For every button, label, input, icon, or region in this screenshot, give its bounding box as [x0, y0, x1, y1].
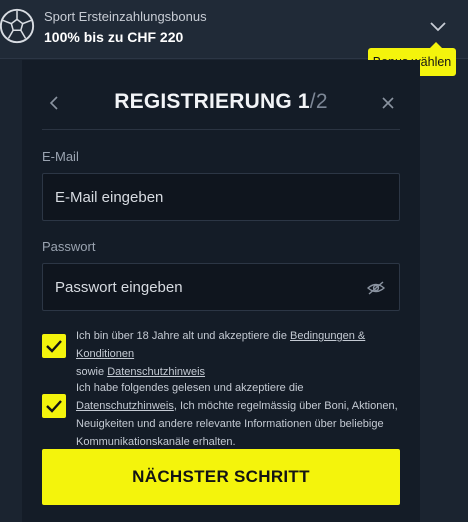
email-label: E-Mail [42, 149, 79, 164]
soccer-ball-icon [0, 8, 35, 44]
marketing-checkbox[interactable] [42, 394, 66, 418]
password-field-wrapper [42, 263, 400, 311]
checkmark-icon [46, 340, 62, 353]
chevron-down-icon[interactable] [426, 14, 450, 38]
next-step-button[interactable]: NÄCHSTER SCHRITT [42, 449, 400, 505]
terms-consent-text: Ich bin über 18 Jahre alt und akzeptiere… [76, 327, 402, 381]
terms-text-before: Ich bin über 18 Jahre alt und akzeptiere… [76, 330, 291, 342]
modal-title: REGISTRIERUNG 1/2 [22, 90, 420, 114]
password-label: Passwort [42, 239, 96, 254]
eye-hidden-icon[interactable] [367, 280, 385, 296]
bonus-headline: 100% bis zu CHF 220 [44, 29, 184, 45]
marketing-privacy-link[interactable]: Datenschutzhinweis [76, 400, 174, 412]
checkmark-icon [46, 400, 62, 413]
title-divider [42, 129, 400, 130]
modal-title-step: REGISTRIERUNG 1 [114, 90, 310, 113]
marketing-consent-text: Ich habe folgendes gelesen und akzeptier… [76, 379, 402, 451]
close-icon[interactable] [380, 95, 396, 111]
privacy-link[interactable]: Datenschutzhinweis [107, 366, 205, 378]
email-field[interactable] [43, 174, 399, 220]
registration-modal: REGISTRIERUNG 1/2 E-Mail Passwort Ich bi… [22, 60, 420, 522]
password-field[interactable] [43, 264, 399, 310]
terms-text-middle: sowie [76, 366, 108, 378]
modal-title-total: /2 [309, 90, 328, 113]
terms-checkbox[interactable] [42, 334, 66, 358]
email-field-wrapper [42, 173, 400, 221]
marketing-text-before: Ich habe folgendes gelesen und akzeptier… [76, 382, 304, 394]
bonus-subtitle: Sport Ersteinzahlungsbonus [44, 9, 207, 24]
